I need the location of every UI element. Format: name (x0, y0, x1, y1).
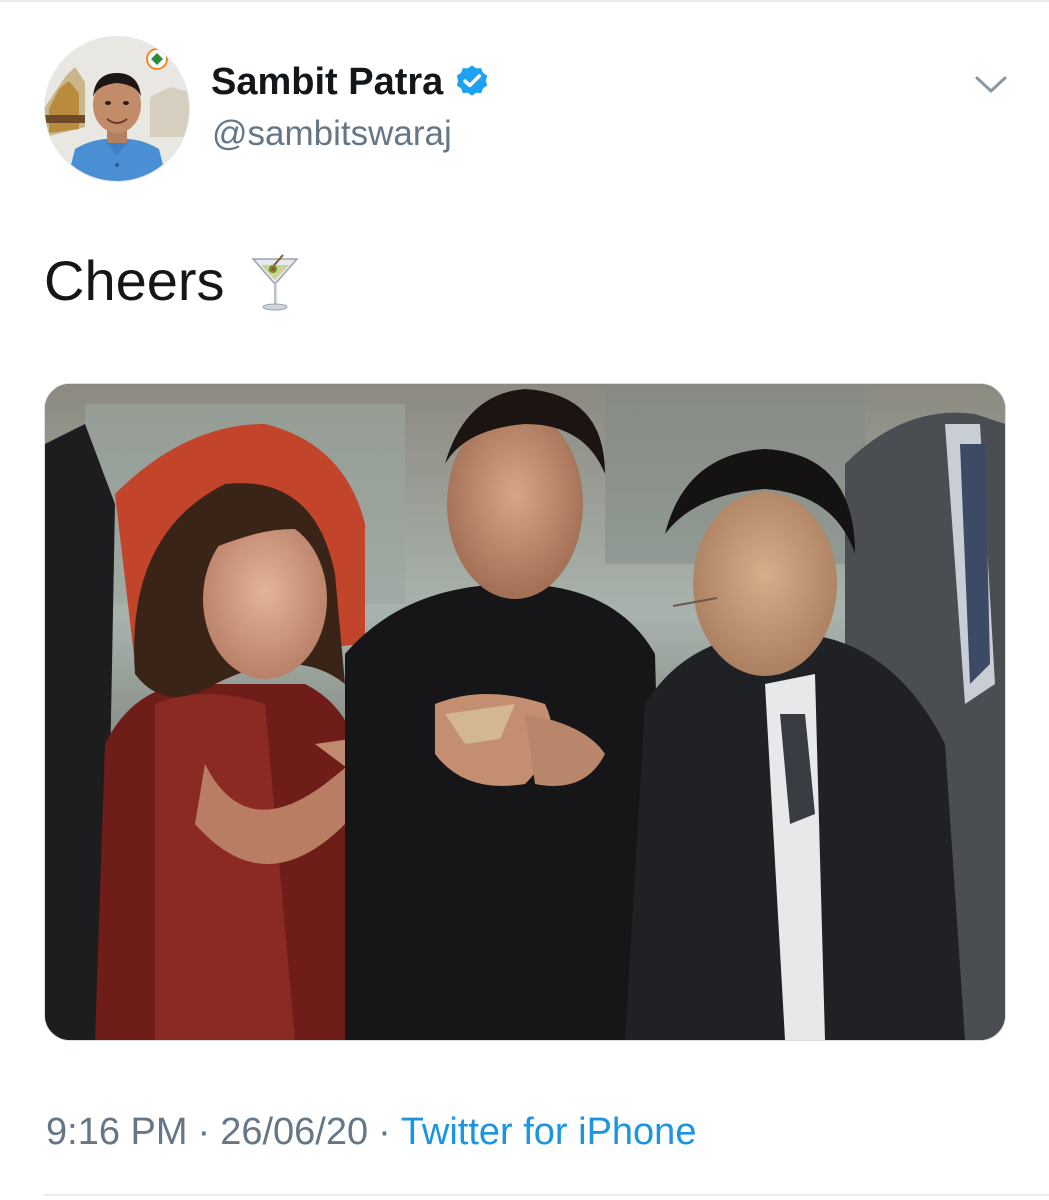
top-divider (0, 0, 1049, 2)
tweet-date[interactable]: 26/06/20 (220, 1108, 368, 1156)
tweet-photo[interactable] (44, 383, 1006, 1041)
tweet-meta: 9:16 PM · 26/06/20 · Twitter for iPhone (46, 1108, 696, 1156)
display-name[interactable]: Sambit Patra (211, 58, 443, 106)
author-name-row[interactable]: Sambit Patra (211, 58, 491, 106)
tweet-source-link[interactable]: Twitter for iPhone (401, 1108, 697, 1156)
chevron-down-icon[interactable] (970, 66, 1012, 102)
meta-separator: · (197, 1111, 211, 1153)
avatar[interactable] (44, 36, 190, 182)
bottom-divider (44, 1194, 1049, 1196)
tweet-time[interactable]: 9:16 PM (46, 1108, 188, 1156)
author-handle[interactable]: @sambitswaraj (212, 112, 452, 156)
cocktail-glass-icon (247, 249, 303, 313)
tweet-text-content: Cheers (44, 249, 225, 312)
meta-separator: · (378, 1111, 391, 1153)
tweet-text: Cheers (44, 248, 303, 314)
verified-badge-icon (453, 63, 491, 101)
